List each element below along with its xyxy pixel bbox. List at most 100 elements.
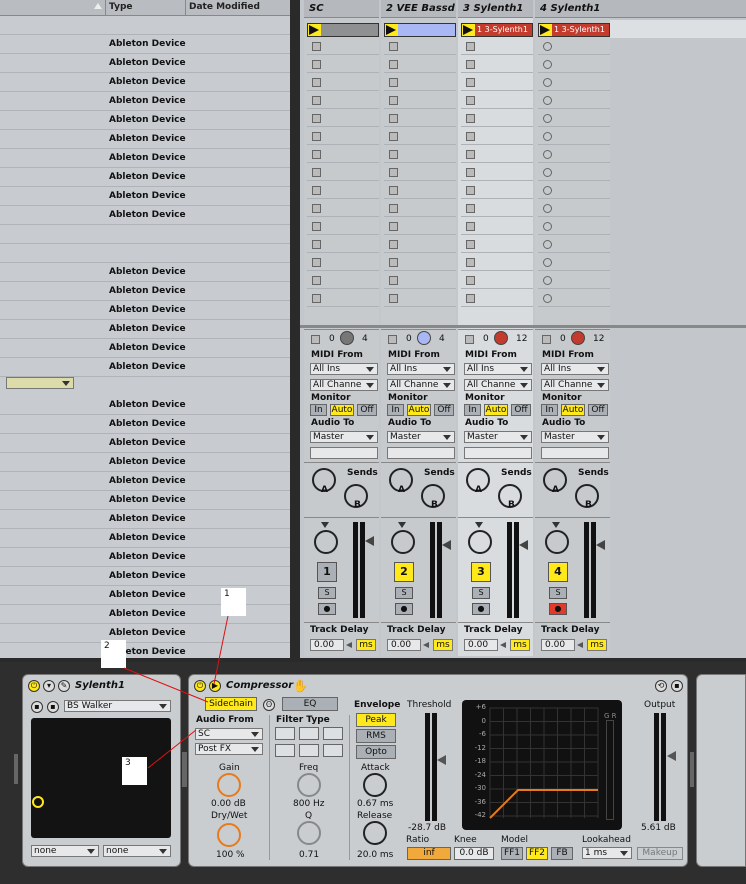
- stop-slot-icon[interactable]: [389, 168, 398, 177]
- date-column-header[interactable]: Date Modified: [185, 0, 290, 16]
- stop-slot-icon[interactable]: [389, 276, 398, 285]
- stop-slot-icon[interactable]: [389, 240, 398, 249]
- clip-mixer-divider[interactable]: [300, 325, 746, 328]
- browser-row[interactable]: Ableton Device: [0, 301, 290, 320]
- clip-slot[interactable]: [307, 182, 379, 199]
- stop-slot-icon[interactable]: [312, 276, 321, 285]
- output-slider[interactable]: [667, 751, 676, 761]
- browser-row[interactable]: Ableton Device: [0, 491, 290, 510]
- clip-slot[interactable]: [307, 236, 379, 253]
- track-activator-button[interactable]: 1: [317, 562, 337, 582]
- plugin-edit-icon[interactable]: ▪: [31, 701, 43, 713]
- ms-button[interactable]: ms: [433, 639, 453, 651]
- track-stop-icon[interactable]: [465, 335, 474, 344]
- clip-slot[interactable]: [461, 218, 533, 235]
- clip-slot[interactable]: [384, 38, 456, 55]
- delay-arrow-icon[interactable]: [346, 642, 352, 648]
- midi-from-select[interactable]: All Ins: [464, 363, 532, 375]
- midi-from-select[interactable]: All Ins: [387, 363, 455, 375]
- clip-slot[interactable]: [384, 218, 456, 235]
- audio-to-select[interactable]: Master: [464, 431, 532, 443]
- browser-row[interactable]: Ableton Device: [0, 586, 290, 605]
- midi-from-select[interactable]: All Ins: [310, 363, 378, 375]
- highpass-filter-icon[interactable]: [323, 727, 343, 740]
- solo-button[interactable]: S: [318, 587, 336, 599]
- browser-row[interactable]: Ableton Device: [0, 54, 290, 73]
- record-arm-button[interactable]: ●: [549, 603, 567, 615]
- clip[interactable]: [307, 23, 379, 37]
- clip-slot[interactable]: [538, 254, 610, 271]
- solo-button[interactable]: S: [472, 587, 490, 599]
- record-slot-icon[interactable]: [543, 240, 552, 249]
- threshold-slider[interactable]: [437, 755, 446, 765]
- monitor-in-button[interactable]: In: [310, 404, 327, 416]
- audio-to-select[interactable]: Master: [541, 431, 609, 443]
- stop-slot-icon[interactable]: [389, 186, 398, 195]
- wrench-icon[interactable]: ✎: [58, 680, 70, 692]
- audio-to-channel[interactable]: [541, 447, 609, 459]
- record-slot-icon[interactable]: [543, 204, 552, 213]
- solo-button[interactable]: S: [395, 587, 413, 599]
- track-title[interactable]: SC: [304, 0, 379, 18]
- stop-slot-icon[interactable]: [312, 78, 321, 87]
- volume-slider[interactable]: [442, 540, 451, 550]
- record-slot-icon[interactable]: [543, 294, 552, 303]
- clip-slot[interactable]: [307, 164, 379, 181]
- clip-slot[interactable]: [461, 236, 533, 253]
- record-slot-icon[interactable]: [543, 258, 552, 267]
- volume-slider[interactable]: [596, 540, 605, 550]
- stop-slot-icon[interactable]: [466, 258, 475, 267]
- stop-slot-icon[interactable]: [466, 276, 475, 285]
- record-slot-icon[interactable]: [543, 276, 552, 285]
- clip-slot[interactable]: [538, 74, 610, 91]
- clip-slot[interactable]: [538, 236, 610, 253]
- stop-slot-icon[interactable]: [389, 96, 398, 105]
- clip-slot[interactable]: [461, 128, 533, 145]
- monitor-in-button[interactable]: In: [464, 404, 481, 416]
- solo-button[interactable]: S: [549, 587, 567, 599]
- clip-slot[interactable]: [461, 272, 533, 289]
- y-param-select[interactable]: none: [103, 845, 171, 857]
- release-knob[interactable]: [363, 821, 387, 845]
- browser-row[interactable]: Ableton Device: [0, 320, 290, 339]
- clip-slot[interactable]: [461, 164, 533, 181]
- clip-launch-button[interactable]: [308, 24, 321, 36]
- audio-to-select[interactable]: Master: [310, 431, 378, 443]
- arm-button[interactable]: [340, 331, 354, 345]
- browser-row[interactable]: Ableton Device: [0, 187, 290, 206]
- record-slot-icon[interactable]: [543, 222, 552, 231]
- browser-row[interactable]: Ableton Device: [0, 339, 290, 358]
- pan-knob[interactable]: [545, 530, 569, 554]
- browser-row[interactable]: Ableton Device: [0, 92, 290, 111]
- clip-slot[interactable]: [307, 272, 379, 289]
- track-title[interactable]: 4 Sylenth1: [535, 0, 610, 18]
- freq-knob[interactable]: [297, 773, 321, 797]
- stop-slot-icon[interactable]: [312, 240, 321, 249]
- compression-graph[interactable]: +6 0 -6 -12 -18 -24 -30 -36 -42 G R: [462, 700, 622, 830]
- ms-button[interactable]: ms: [587, 639, 607, 651]
- clip-slot[interactable]: [384, 200, 456, 217]
- browser-row[interactable]: Ableton Device: [0, 111, 290, 130]
- volume-slider[interactable]: [365, 536, 374, 546]
- eq-button[interactable]: EQ: [282, 697, 338, 711]
- delay-arrow-icon[interactable]: [500, 642, 506, 648]
- clip-slot[interactable]: [461, 290, 533, 307]
- device-resize-handle[interactable]: [182, 752, 187, 787]
- audio-from-tap-select[interactable]: Post FX: [195, 743, 263, 755]
- clip-slot[interactable]: [384, 254, 456, 271]
- clip[interactable]: 1 3-Sylenth1: [461, 23, 533, 37]
- monitor-in-button[interactable]: In: [387, 404, 404, 416]
- opto-button[interactable]: Opto: [356, 745, 396, 759]
- clip-slot[interactable]: [538, 290, 610, 307]
- lowpass-filter-icon[interactable]: [275, 727, 295, 740]
- record-slot-icon[interactable]: [543, 114, 552, 123]
- highshelf-filter-icon[interactable]: [323, 744, 343, 757]
- clip-slot[interactable]: [307, 38, 379, 55]
- peak-button[interactable]: Peak: [356, 713, 396, 727]
- delay-arrow-icon[interactable]: [423, 642, 429, 648]
- stop-slot-icon[interactable]: [466, 168, 475, 177]
- clip-slot[interactable]: [461, 254, 533, 271]
- clip-slot[interactable]: [461, 92, 533, 109]
- audio-to-channel[interactable]: [464, 447, 532, 459]
- xy-pad-cursor[interactable]: [32, 796, 44, 808]
